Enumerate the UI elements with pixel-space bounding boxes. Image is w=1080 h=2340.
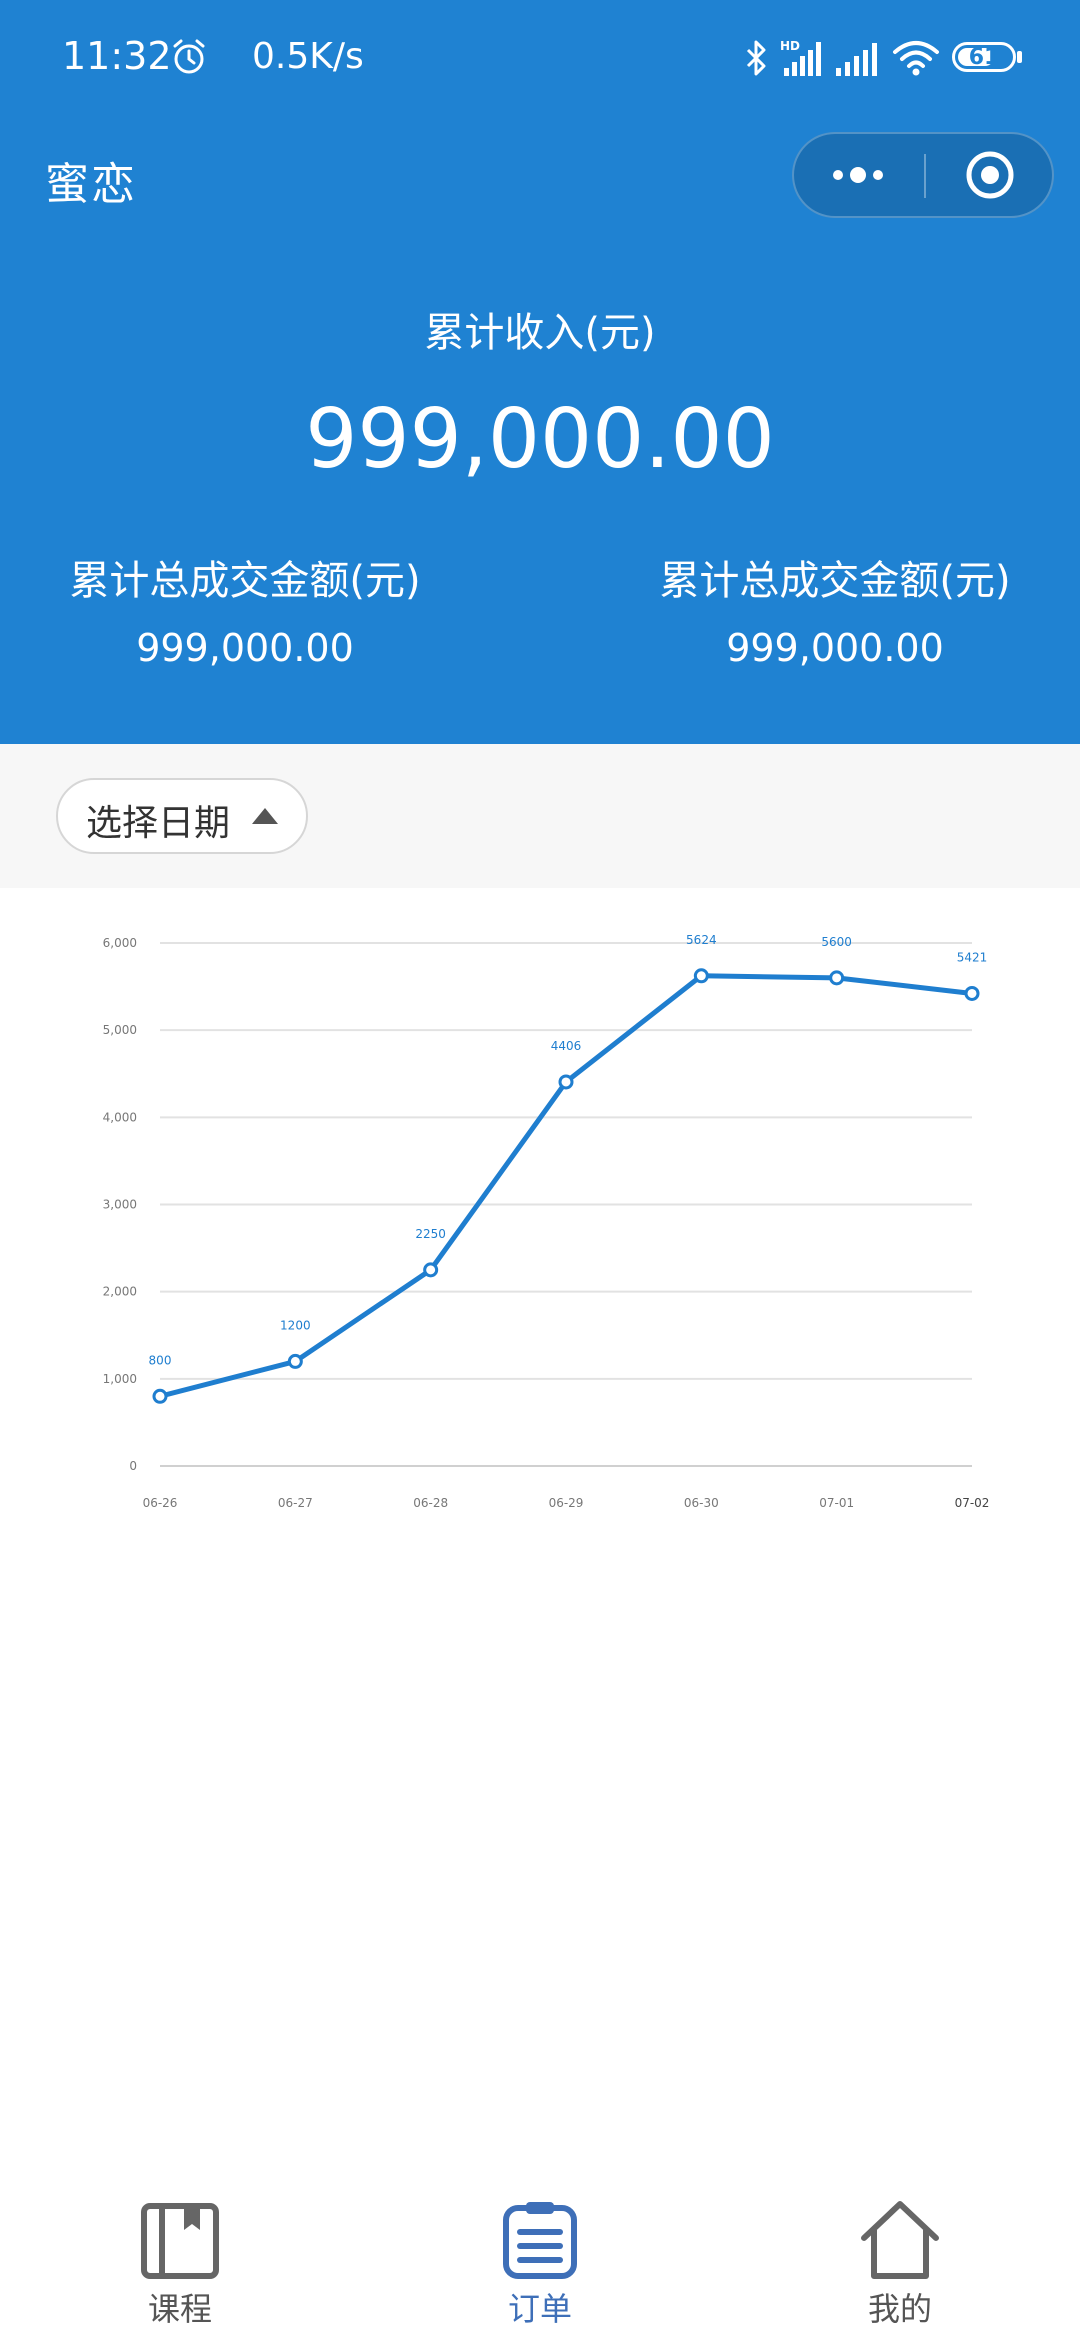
data-point [558, 1074, 574, 1090]
y-tick-label: 0 [129, 1459, 137, 1473]
income-label: 累计收入(元) [424, 310, 656, 356]
y-tick-label: 3,000 [103, 1198, 137, 1212]
status-bar: 11:32 0.5K/s HD 61 [0, 0, 1080, 118]
y-tick-label: 1,000 [103, 1372, 137, 1386]
data-label: 1200 [280, 1318, 311, 1332]
tab-label-orders: 订单 [507, 2290, 572, 2328]
data-point [964, 985, 980, 1001]
order-list-icon [503, 2202, 577, 2279]
data-label: 4406 [551, 1039, 582, 1053]
y-tick-label: 5,000 [103, 1023, 137, 1037]
data-label: 5600 [821, 935, 852, 949]
svg-text:HD: HD [780, 39, 800, 53]
data-point [152, 1388, 168, 1404]
data-point [693, 968, 709, 984]
x-tick-label: 06-26 [143, 1496, 178, 1510]
y-tick-label: 2,000 [103, 1285, 137, 1299]
data-label: 2250 [415, 1227, 446, 1241]
date-select-button[interactable]: 选择日期 [56, 778, 308, 854]
line-chart: 0 1,000 2,000 3,000 4,000 5,000 6,000 06-26 06-2… [0, 888, 1080, 1538]
x-tick-label: 07-01 [819, 1496, 854, 1510]
header-area: 11:32 0.5K/s HD 61 蜜恋 累计收入(元) 999,000.00… [0, 0, 1080, 744]
tab-orders[interactable]: 订单 [360, 2190, 720, 2340]
date-select-label: 选择日期 [86, 803, 231, 844]
data-label: 5624 [686, 933, 717, 947]
data-point [287, 1353, 303, 1369]
battery-level: 61 [968, 45, 1000, 70]
nav-title: 蜜恋 [45, 159, 137, 210]
book-icon [141, 2203, 219, 2279]
tab-mine[interactable]: 我的 [720, 2190, 1080, 2340]
battery-icon: 61 [952, 42, 1016, 72]
data-point [423, 1262, 439, 1278]
filter-bar: 选择日期 [0, 744, 1080, 888]
tab-label-mine: 我的 [867, 2290, 932, 2328]
hd-signal-icon: HD [780, 39, 821, 76]
x-tick-label: 06-28 [413, 1496, 448, 1510]
chart-svg: 0 1,000 2,000 3,000 4,000 5,000 6,000 06-26 06-2… [103, 933, 990, 1510]
more-button[interactable] [794, 134, 924, 216]
tab-courses[interactable]: 课程 [0, 2190, 360, 2340]
close-target-icon[interactable] [926, 134, 1054, 216]
y-tick-label: 6,000 [103, 936, 137, 950]
x-tick-label: 06-30 [684, 1496, 719, 1510]
net-speed: 0.5K/s [252, 36, 364, 77]
x-tick-label: 07-02 [955, 1496, 990, 1510]
home-icon [861, 2201, 939, 2279]
alarm-icon [173, 39, 205, 74]
total-deal-label-right: 累计总成交金额(元) [659, 558, 1011, 604]
wifi-icon [893, 41, 939, 76]
bluetooth-icon [746, 40, 766, 76]
total-deal-value-left: 999,000.00 [136, 626, 354, 670]
tab-bar: 课程 订单 我的 [0, 2190, 1080, 2340]
caret-up-icon [252, 808, 278, 824]
status-time: 11:32 [62, 34, 172, 78]
y-tick-label: 4,000 [103, 1110, 137, 1124]
data-label: 5421 [957, 950, 988, 964]
x-tick-label: 06-27 [278, 1496, 313, 1510]
data-point [829, 970, 845, 986]
total-deal-label-left: 累计总成交金额(元) [69, 558, 421, 604]
signal-icon [836, 43, 877, 76]
income-value: 999,000.00 [305, 392, 775, 487]
total-deal-value-right: 999,000.00 [726, 626, 944, 670]
x-tick-label: 06-29 [549, 1496, 584, 1510]
mini-program-capsule [792, 132, 1054, 218]
data-label: 800 [149, 1353, 172, 1367]
tab-label-courses: 课程 [147, 2290, 212, 2328]
